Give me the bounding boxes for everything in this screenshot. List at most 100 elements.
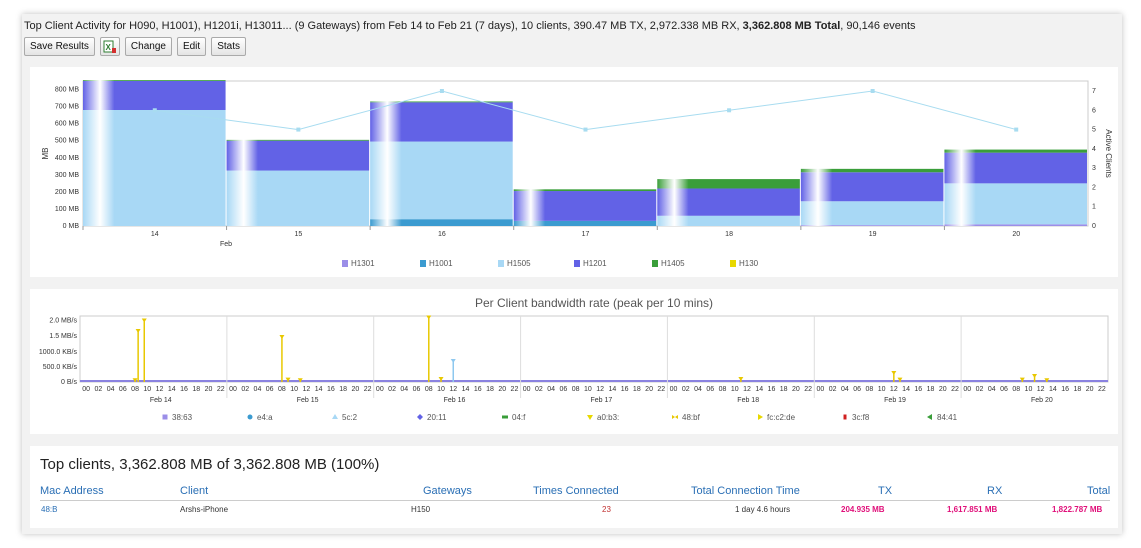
legend-swatch-H1301 — [342, 260, 348, 267]
y2-tick-label: 2 — [1092, 184, 1096, 191]
save-results-button[interactable]: Save Results — [24, 37, 95, 56]
hour-tick-label: 16 — [621, 386, 629, 393]
legend-marker-38:63 — [162, 414, 168, 420]
legend-marker-48:bf — [672, 415, 678, 419]
y-axis-label: MB — [41, 148, 50, 160]
hour-tick-label: 06 — [413, 386, 421, 393]
title-events: , 90,146 events — [840, 20, 916, 32]
hour-tick-label: 06 — [706, 386, 714, 393]
hour-tick-label: 04 — [254, 386, 262, 393]
y-tick-label: 700 MB — [55, 104, 79, 111]
hour-tick-label: 22 — [657, 386, 665, 393]
hour-tick-label: 14 — [608, 386, 616, 393]
hour-tick-label: 02 — [241, 386, 249, 393]
hour-tick-label: 00 — [670, 386, 678, 393]
x-tick-label: 20 — [1012, 231, 1020, 238]
hour-tick-label: 10 — [1025, 386, 1033, 393]
bar-H1505-20 — [944, 183, 1087, 225]
legend-label-20:11: 20:11 — [427, 413, 447, 422]
hour-tick-label: 10 — [143, 386, 151, 393]
hour-tick-label: 12 — [596, 386, 604, 393]
hour-tick-label: 22 — [364, 386, 372, 393]
title-gateway-3: i, H13011 — [236, 20, 283, 32]
bar-H1201-14 — [83, 81, 226, 110]
toolbar: Save Results X Change Edit Stats — [24, 37, 246, 56]
col-rx[interactable]: RX — [987, 485, 1002, 497]
hour-tick-label: 16 — [474, 386, 482, 393]
hour-tick-label: 02 — [682, 386, 690, 393]
hour-tick-label: 06 — [119, 386, 127, 393]
hour-tick-label: 16 — [768, 386, 776, 393]
hour-tick-label: 12 — [1037, 386, 1045, 393]
col-tx[interactable]: TX — [878, 485, 892, 497]
legend-label-38:63: 38:63 — [172, 413, 193, 422]
change-button[interactable]: Change — [124, 37, 172, 56]
hour-tick-label: 18 — [1074, 386, 1082, 393]
legend-label-a0:b3:: a0:b3: — [597, 413, 619, 422]
hour-tick-label: 00 — [376, 386, 384, 393]
hour-tick-label: 06 — [853, 386, 861, 393]
hour-tick-label: 10 — [584, 386, 592, 393]
hour-tick-label: 16 — [180, 386, 188, 393]
hour-tick-label: 14 — [755, 386, 763, 393]
col-times-connected[interactable]: Times Connected — [533, 485, 619, 497]
day-label: Feb 19 — [884, 397, 906, 404]
active-clients-point — [152, 108, 157, 113]
excel-export-button[interactable]: X — [99, 37, 120, 56]
hour-tick-label: 12 — [303, 386, 311, 393]
legend-marker-fc:c2:de — [758, 414, 763, 420]
x-tick-label: 18 — [725, 231, 733, 238]
x-month-label: Feb — [220, 241, 232, 248]
hour-tick-label: 04 — [400, 386, 408, 393]
hour-tick-label: 08 — [719, 386, 727, 393]
day-label: Feb 20 — [1031, 397, 1053, 404]
legend-swatch-H1001 — [420, 260, 426, 267]
hour-tick-label: 02 — [829, 386, 837, 393]
hour-tick-label: 00 — [523, 386, 531, 393]
legend-swatch-H130 — [730, 260, 736, 267]
hour-tick-label: 16 — [914, 386, 922, 393]
day-label: Feb 17 — [590, 397, 612, 404]
hour-tick-label: 02 — [94, 386, 102, 393]
plot-area — [79, 315, 1109, 383]
hour-tick-label: 14 — [902, 386, 910, 393]
col-total[interactable]: Total — [1087, 485, 1110, 497]
hour-tick-label: 20 — [645, 386, 653, 393]
col-gateways[interactable]: Gateways — [423, 485, 472, 497]
y-tick-label: 300 MB — [55, 172, 79, 179]
col-mac-address[interactable]: Mac Address — [40, 485, 104, 497]
hour-tick-label: 22 — [951, 386, 959, 393]
hour-tick-label: 16 — [1061, 386, 1069, 393]
col-client[interactable]: Client — [180, 485, 208, 497]
y2-tick-label: 3 — [1092, 165, 1096, 172]
edit-button[interactable]: Edit — [176, 37, 207, 56]
legend-label-H1001: H1001 — [429, 259, 453, 268]
bar-H1405-20 — [944, 149, 1087, 153]
hour-tick-label: 04 — [547, 386, 555, 393]
legend-label-e4:a: e4:a — [257, 413, 273, 422]
y2-tick-label: 1 — [1092, 204, 1096, 211]
title-total: 3,362.808 MB Total — [742, 20, 841, 32]
col-total-connection-time[interactable]: Total Connection Time — [691, 485, 800, 497]
y-tick-label: 100 MB — [55, 206, 79, 213]
bar-H1201-19 — [800, 172, 944, 202]
row-mac-link[interactable]: 48:B — [41, 505, 57, 514]
legend-label-48:bf: 48:bf — [682, 413, 701, 422]
legend-marker-3c:f8 — [843, 414, 847, 420]
hour-tick-label: 10 — [290, 386, 298, 393]
bar-H1201-15 — [226, 140, 370, 171]
active-clients-point — [296, 127, 301, 132]
bar-H1405-15 — [226, 139, 370, 141]
bar-H1301-20 — [944, 224, 1087, 226]
hour-tick-label: 06 — [560, 386, 568, 393]
active-clients-point — [439, 89, 444, 93]
hour-tick-label: 02 — [388, 386, 396, 393]
hour-tick-label: 00 — [963, 386, 971, 393]
y-tick-label: 0 MB — [63, 223, 80, 230]
report-title: Top Client Activity for H090, H1001), H1… — [24, 20, 916, 32]
row-gateways: H150 — [411, 505, 431, 514]
day-label: Feb 16 — [444, 397, 466, 404]
hour-tick-label: 18 — [927, 386, 935, 393]
stats-button[interactable]: Stats — [211, 37, 246, 56]
y-tick-label: 800 MB — [55, 87, 79, 94]
